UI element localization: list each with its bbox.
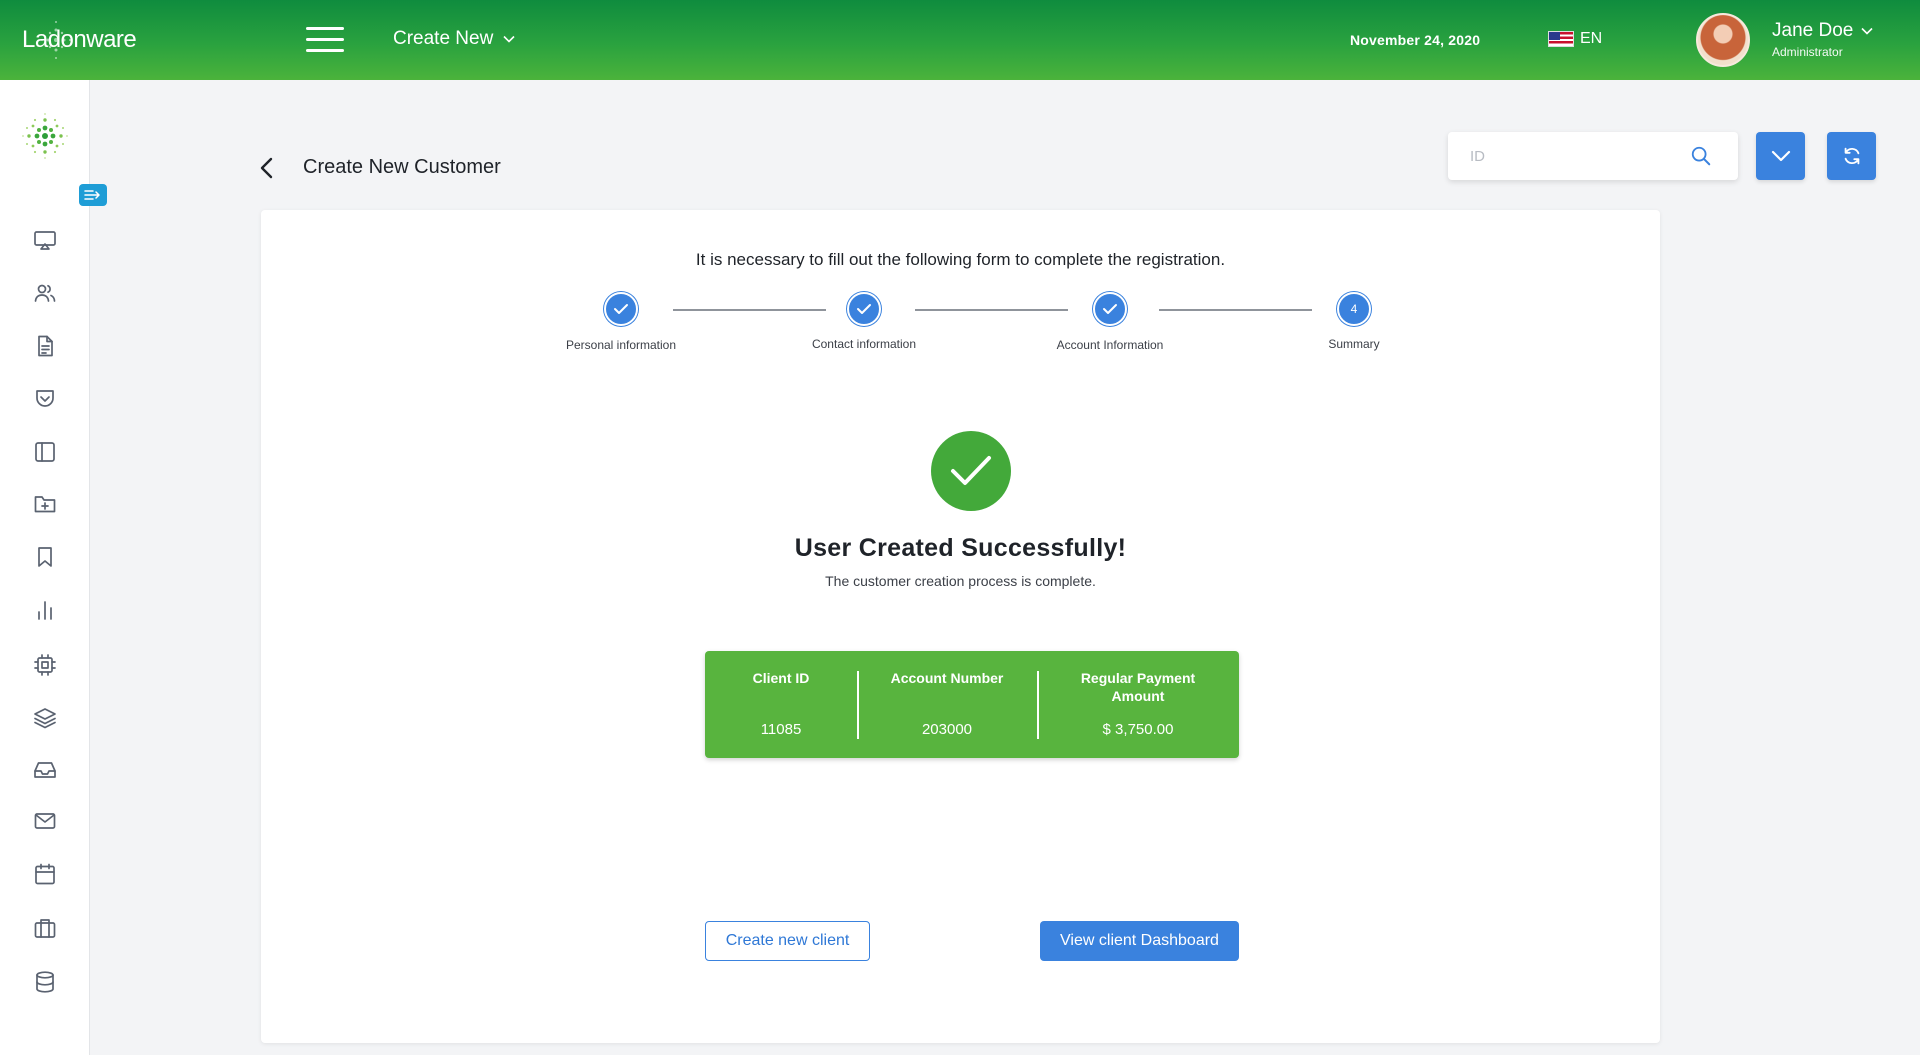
bar-chart-icon: [33, 598, 57, 622]
step-complete-marker: [604, 292, 638, 326]
sidebar-item-layers[interactable]: [31, 704, 59, 732]
monitor-icon: [33, 228, 57, 252]
payment-amount-value: $ 3,750.00: [1037, 721, 1239, 738]
sidebar-item-pocket[interactable]: [31, 385, 59, 413]
sidebar-item-portfolio[interactable]: [31, 914, 59, 942]
payment-amount-label: Regular Payment Amount: [1037, 669, 1239, 705]
current-date: November 24, 2020: [1350, 32, 1480, 48]
step-label: Contact information: [764, 337, 964, 351]
calendar-icon: [33, 862, 57, 886]
language-label: EN: [1580, 30, 1602, 48]
app-logo[interactable]: Ladonware: [22, 18, 136, 62]
inbox-icon: [33, 758, 57, 782]
sidebar-item-database[interactable]: [31, 968, 59, 996]
hamburger-line: [306, 27, 344, 30]
language-selector[interactable]: EN: [1548, 30, 1602, 48]
refresh-button[interactable]: [1827, 132, 1876, 180]
account-number-column: Account Number 203000: [857, 651, 1037, 758]
sidebar-item-hardware[interactable]: [31, 651, 59, 679]
pocket-icon: [33, 387, 57, 411]
search-icon[interactable]: [1690, 145, 1712, 167]
success-title: User Created Successfully!: [261, 534, 1660, 563]
step-contact-information[interactable]: Contact information: [764, 292, 964, 351]
sidebar-collapse-button[interactable]: [79, 184, 107, 206]
create-new-label: Create New: [393, 28, 493, 50]
sidebar-item-mail[interactable]: [31, 807, 59, 835]
sidebar-item-panels[interactable]: [31, 438, 59, 466]
sidebar-item-documents[interactable]: [31, 332, 59, 360]
client-id-value: 11085: [705, 721, 857, 738]
us-flag-icon: [1548, 31, 1574, 47]
step-personal-information[interactable]: Personal information: [521, 292, 721, 352]
avatar[interactable]: [1696, 13, 1750, 67]
success-check-icon: [931, 431, 1011, 511]
top-header: Ladonware Create New November 24, 2020 E…: [0, 0, 1920, 80]
sidebar-item-folder[interactable]: [31, 490, 59, 518]
logo-text: Ladonware: [22, 26, 136, 54]
bookmark-icon: [33, 545, 57, 569]
create-new-client-button[interactable]: Create new client: [705, 921, 870, 961]
folder-plus-icon: [33, 492, 57, 516]
sidebar-item-monitor[interactable]: [31, 226, 59, 254]
chevron-left-icon: [256, 156, 280, 180]
hamburger-line: [306, 38, 344, 41]
sidebar-item-calendar[interactable]: [31, 860, 59, 888]
user-name: Jane Doe: [1772, 20, 1853, 42]
step-account-information[interactable]: Account Information: [1010, 292, 1210, 352]
user-role: Administrator: [1772, 45, 1873, 59]
layers-icon: [33, 706, 57, 730]
briefcase-icon: [33, 916, 57, 940]
document-icon: [33, 334, 57, 358]
step-number-marker: 4: [1337, 292, 1371, 326]
chevron-down-icon: [503, 35, 515, 43]
chevron-down-icon: [1861, 27, 1873, 35]
create-new-dropdown[interactable]: Create New: [393, 28, 515, 50]
success-subtitle: The customer creation process is complet…: [261, 573, 1660, 589]
search-input[interactable]: [1448, 132, 1688, 180]
sidebar-item-bookmarks[interactable]: [31, 543, 59, 571]
step-complete-marker: [1093, 292, 1127, 326]
user-menu[interactable]: Jane Doe Administrator: [1772, 20, 1873, 59]
client-summary-box: Client ID 11085 Account Number 203000 Re…: [705, 651, 1239, 758]
expand-arrow-icon: [84, 189, 102, 201]
sidebar-panel-icon: [33, 440, 57, 464]
page-title: Create New Customer: [303, 156, 501, 179]
database-icon: [33, 970, 57, 994]
refresh-icon: [1841, 145, 1863, 167]
sidebar-item-analytics[interactable]: [31, 596, 59, 624]
sidebar-item-users[interactable]: [31, 279, 59, 307]
client-id-column: Client ID 11085: [705, 651, 857, 758]
registration-card: It is necessary to fill out the followin…: [261, 210, 1660, 1043]
step-label: Summary: [1254, 337, 1454, 351]
checkmark-icon: [856, 303, 872, 315]
search-box: [1448, 132, 1738, 180]
account-number-value: 203000: [857, 721, 1037, 738]
client-id-label: Client ID: [705, 669, 857, 687]
sidebar: [0, 80, 90, 1055]
users-icon: [33, 281, 57, 305]
checkmark-icon: [613, 303, 629, 315]
step-summary[interactable]: 4 Summary: [1254, 292, 1454, 351]
brand-emblem-icon: [17, 108, 73, 164]
sidebar-item-inbox[interactable]: [31, 756, 59, 784]
progress-stepper: Personal information Contact information…: [261, 292, 1660, 362]
step-complete-marker: [847, 292, 881, 326]
checkmark-icon: [1102, 303, 1118, 315]
chevron-down-icon: [1771, 150, 1791, 162]
account-number-label: Account Number: [857, 669, 1037, 687]
checkmark-icon: [950, 455, 992, 487]
step-label: Account Information: [1010, 338, 1210, 352]
payment-amount-column: Regular Payment Amount $ 3,750.00: [1037, 651, 1239, 758]
back-button[interactable]: [256, 156, 280, 180]
cpu-icon: [33, 653, 57, 677]
hamburger-line: [306, 49, 344, 52]
menu-toggle-button[interactable]: [306, 27, 344, 53]
filter-dropdown-button[interactable]: [1756, 132, 1805, 180]
view-client-dashboard-button[interactable]: View client Dashboard: [1040, 921, 1239, 961]
step-label: Personal information: [521, 338, 721, 352]
mail-icon: [33, 809, 57, 833]
form-intro-text: It is necessary to fill out the followin…: [261, 250, 1660, 270]
